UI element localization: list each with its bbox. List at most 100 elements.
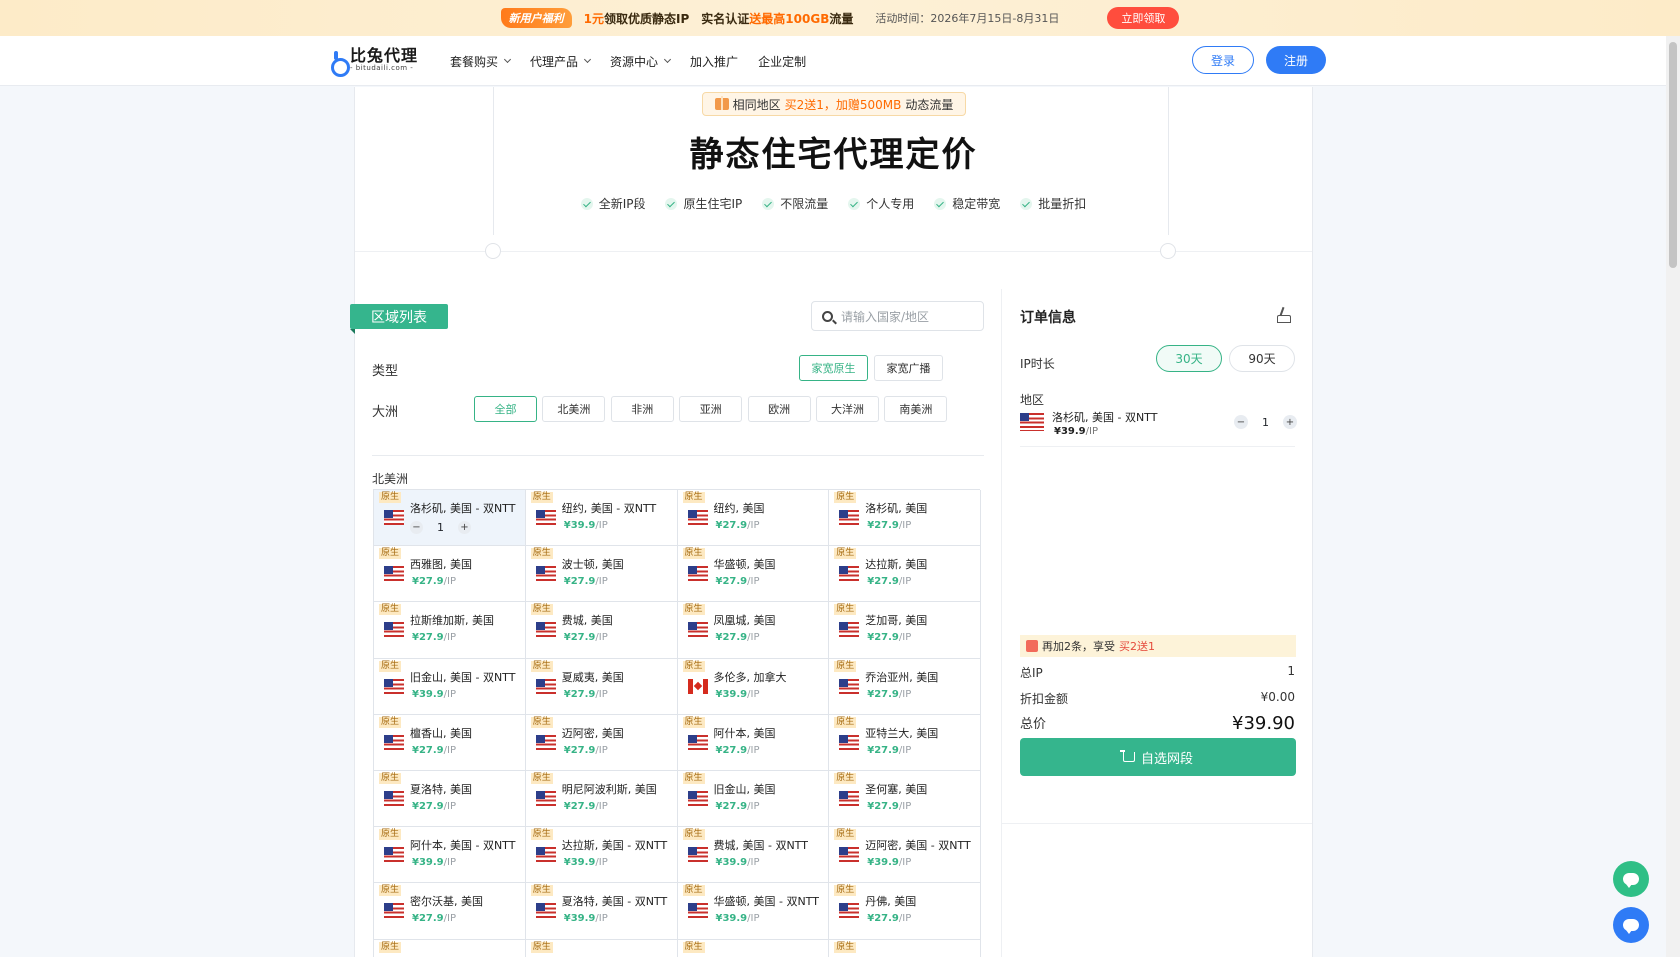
us-flag-icon [535,566,556,582]
native-badge: 原生 [682,941,705,953]
continent-option[interactable]: 北美洲 [542,396,606,422]
location-name: 旧金山, 美国 - 双NTT [410,670,516,684]
native-badge: 原生 [834,772,857,784]
location-card[interactable]: 原生 华盛顿, 美国 ¥27.9/IP [677,546,830,603]
nav-item-label: 企业定制 [758,54,807,69]
location-card[interactable]: 原生 达拉斯, 美国 ¥27.9/IP [829,546,981,603]
nav-item[interactable]: 资源中心 [610,53,672,70]
location-card[interactable]: 原生 檀香山, 美国 ¥27.9/IP [374,714,526,771]
location-price: ¥39.9/IP [564,913,608,924]
location-card[interactable]: 原生 华盛顿, 美国 - 双NTT ¥39.9/IP [677,883,830,940]
type-option[interactable]: 家宽原生 [799,355,868,381]
location-card[interactable]: 原生 多伦多, 加拿大 ¥39.9/IP [677,658,830,715]
location-name: 迈阿密, 美国 [561,726,624,740]
location-card[interactable]: 原生 费城, 美国 ¥27.9/IP [525,602,678,659]
nav-item[interactable]: 加入推广 [690,53,738,70]
nav-item[interactable]: 套餐购买 [450,53,512,70]
location-card[interactable]: 原生 费城, 美国 - 双NTT ¥39.9/IP [677,827,830,884]
region-search-input[interactable]: 请输入国家/地区 [811,301,984,331]
chevron-down-icon [503,55,512,64]
location-card[interactable]: 原生 洛杉矶, 美国 ¥27.9/IP [829,490,981,547]
location-card[interactable]: 原生 丹佛, 美国 ¥27.9/IP [829,883,981,940]
location-card[interactable]: 原生 洛杉矶, 美国 - 双NTT − 1 + [374,490,526,547]
login-button[interactable]: 登录 [1192,46,1254,74]
price-unit: /IP [747,913,760,925]
nav-item[interactable]: 企业定制 [758,53,806,70]
location-price: ¥27.9/IP [716,801,760,812]
continent-option[interactable]: 欧洲 [747,396,811,422]
select-segment-button[interactable]: 自选网段 [1020,738,1296,776]
logo[interactable]: 比兔代理 - bitudaili.com - [330,48,418,77]
decrement-button[interactable]: − [410,521,423,534]
clear-icon[interactable] [1275,307,1291,323]
wechat-button[interactable] [1613,861,1649,897]
location-name: 密尔沃基, 美国 [410,895,483,909]
claim-button[interactable]: 立即领取 [1107,7,1180,29]
decrement-button[interactable]: − [1234,415,1248,429]
feature-item: 全新IP段 [580,195,645,212]
location-card[interactable]: 原生 明尼阿波利斯, 美国 ¥27.9/IP [525,770,678,828]
price-value: ¥27.9 [715,632,748,644]
location-name: 洛杉矶, 美国 [865,502,928,515]
duration-option[interactable]: 30天 [1156,345,1222,372]
location-name: 阿什本, 美国 [713,726,776,740]
location-card[interactable]: 原生 [677,939,830,957]
continent-option[interactable]: 南美洲 [884,396,948,422]
location-card[interactable]: 原生 夏洛特, 美国 ¥27.9/IP [374,770,526,828]
location-card[interactable]: 原生 阿什本, 美国 ¥27.9/IP [677,714,830,771]
location-card[interactable]: 原生 凤凰城, 美国 ¥27.9/IP [677,602,830,659]
scrollbar-thumb[interactable] [1669,42,1677,268]
location-card[interactable]: 原生 乔治亚州, 美国 ¥27.9/IP [829,658,981,715]
location-price: ¥27.9/IP [412,632,456,643]
location-name: 凤凰城, 美国 [713,614,776,628]
order-item: 洛杉矶, 美国 - 双NTT ¥39.9/IP − 1 + [1020,407,1297,447]
chat-button[interactable] [1613,907,1649,943]
us-flag-icon [535,510,556,525]
location-card[interactable]: 原生 亚特兰大, 美国 ¥27.9/IP [829,714,981,771]
ip-duration-label: IP时长 [1020,357,1055,371]
location-card[interactable]: 原生 旧金山, 美国 ¥27.9/IP [677,770,830,828]
location-card[interactable]: 原生 波士顿, 美国 ¥27.9/IP [525,546,678,603]
native-badge: 原生 [530,885,553,897]
continent-option[interactable]: 全部 [474,396,537,422]
continent-option[interactable]: 大洋洲 [816,396,879,422]
register-button[interactable]: 注册 [1266,46,1326,74]
continent-option[interactable]: 非洲 [610,396,674,422]
location-card[interactable]: 原生 夏洛特, 美国 - 双NTT ¥39.9/IP [525,883,678,940]
location-card[interactable]: 原生 纽约, 美国 ¥27.9/IP [677,490,830,547]
location-price: ¥27.9/IP [867,576,911,587]
location-card[interactable]: 原生 迈阿密, 美国 ¥27.9/IP [525,714,678,771]
location-name: 费城, 美国 [561,614,613,628]
location-card[interactable]: 原生 [525,939,678,957]
location-card[interactable]: 原生 夏威夷, 美国 ¥27.9/IP [525,658,678,715]
price-value: ¥27.9 [867,913,899,925]
location-card[interactable]: 原生 芝加哥, 美国 ¥27.9/IP [829,602,981,659]
order-item-name: 洛杉矶, 美国 - 双NTT [1052,411,1158,424]
location-card[interactable]: 原生 阿什本, 美国 - 双NTT ¥39.9/IP [374,827,526,884]
location-card[interactable]: 原生 迈阿密, 美国 - 双NTT ¥39.9/IP [829,827,981,884]
price-value: ¥27.9 [715,520,748,531]
location-card[interactable]: 原生 达拉斯, 美国 - 双NTT ¥39.9/IP [525,827,678,884]
type-option[interactable]: 家宽广播 [874,355,943,381]
location-card[interactable]: 原生 [829,939,981,957]
location-card[interactable]: 原生 拉斯维加斯, 美国 ¥27.9/IP [374,602,526,659]
nav-item[interactable]: 代理产品 [530,53,592,70]
location-card[interactable]: 原生 密尔沃基, 美国 ¥27.9/IP [374,883,526,940]
price-unit: /IP [595,688,608,700]
price-value: ¥27.9 [867,688,899,700]
duration-option[interactable]: 90天 [1229,345,1295,372]
us-flag-icon [839,622,860,638]
location-card[interactable]: 原生 [374,939,526,957]
price-value: ¥39.9 [715,913,748,925]
native-badge: 原生 [682,660,705,672]
location-card[interactable]: 原生 纽约, 美国 - 双NTT ¥39.9/IP [525,490,678,547]
us-flag-icon [535,622,556,638]
location-card[interactable]: 原生 西雅图, 美国 ¥27.9/IP [374,546,526,603]
location-card[interactable]: 原生 圣何塞, 美国 ¥27.9/IP [829,770,981,828]
continent-option[interactable]: 亚洲 [679,396,743,422]
increment-button[interactable]: + [1283,415,1297,429]
increment-button[interactable]: + [458,521,471,534]
native-badge: 原生 [530,829,553,841]
page-scrollbar[interactable] [1666,36,1680,957]
location-card[interactable]: 原生 旧金山, 美国 - 双NTT ¥39.9/IP [374,658,526,715]
